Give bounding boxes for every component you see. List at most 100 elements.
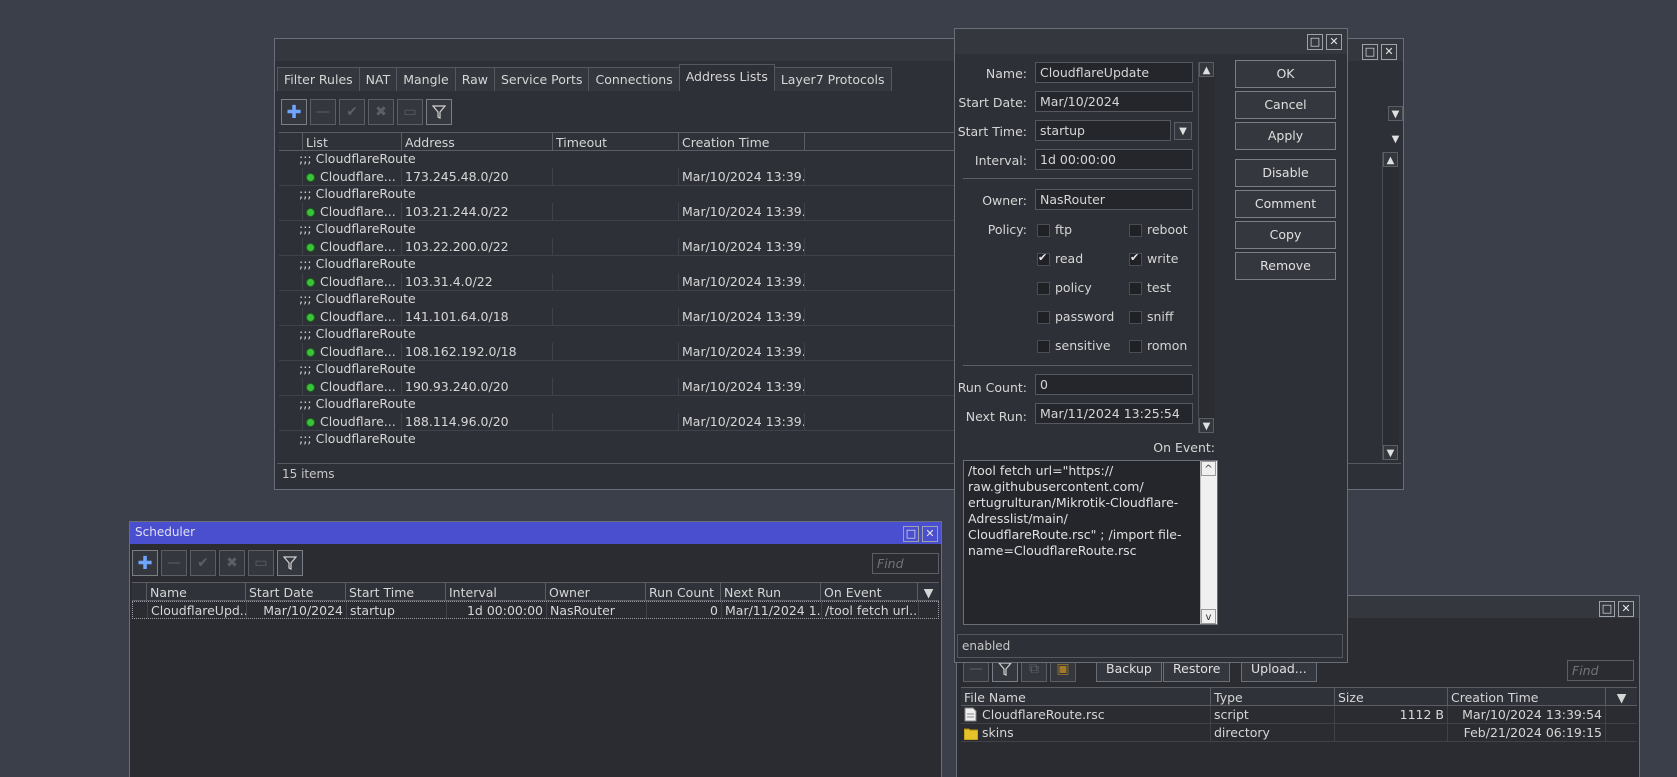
columns-menu-icon[interactable]: ▼ bbox=[1606, 688, 1637, 705]
close-icon[interactable]: ✕ bbox=[1618, 601, 1634, 617]
tab-nat[interactable]: NAT bbox=[358, 67, 398, 91]
column-creation-time[interactable]: Creation Time bbox=[1448, 688, 1606, 705]
cell-timeout bbox=[553, 203, 679, 220]
enable-icon[interactable]: ✔ bbox=[190, 550, 216, 576]
on-event-script: /tool fetch url="https:// raw.githubuser… bbox=[968, 463, 1182, 558]
column-on-event[interactable]: On Event bbox=[821, 583, 918, 600]
start-date-field[interactable]: Mar/10/2024 bbox=[1035, 91, 1193, 112]
filter-icon[interactable] bbox=[426, 99, 452, 125]
policy-test-checkbox[interactable]: test bbox=[1129, 280, 1171, 295]
policy-reboot-checkbox[interactable]: reboot bbox=[1129, 222, 1188, 237]
disable-icon[interactable]: ✖ bbox=[368, 99, 394, 125]
tab-layer7-protocols[interactable]: Layer7 Protocols bbox=[773, 67, 892, 91]
files-find-input[interactable]: Find bbox=[1567, 660, 1634, 681]
cell-list: Cloudflare... bbox=[303, 168, 402, 185]
tab-connections[interactable]: Connections bbox=[588, 67, 680, 91]
policy-ftp-checkbox[interactable]: ftp bbox=[1037, 222, 1072, 237]
close-icon[interactable]: ✕ bbox=[922, 526, 938, 542]
table-row[interactable]: skins directory Feb/21/2024 06:19:15 bbox=[961, 724, 1637, 742]
enable-icon[interactable]: ✔ bbox=[339, 99, 365, 125]
column-type[interactable]: Type bbox=[1211, 688, 1335, 705]
comment-icon[interactable]: ▭ bbox=[248, 550, 274, 576]
on-event-textarea[interactable]: /tool fetch url="https:// raw.githubuser… bbox=[963, 460, 1218, 625]
copy-button[interactable]: Copy bbox=[1235, 221, 1336, 249]
owner-field[interactable]: NasRouter bbox=[1035, 189, 1193, 210]
maximize-icon[interactable]: □ bbox=[1362, 44, 1378, 60]
header-spacer bbox=[279, 133, 303, 150]
apply-button[interactable]: Apply bbox=[1235, 122, 1336, 150]
ok-button[interactable]: OK bbox=[1235, 60, 1336, 88]
comment-icon[interactable]: ▭ bbox=[397, 99, 423, 125]
scroll-up-icon[interactable]: ^ bbox=[1201, 461, 1216, 476]
filter-icon[interactable] bbox=[277, 550, 303, 576]
name-field[interactable]: CloudflareUpdate bbox=[1035, 62, 1193, 83]
column-file-name[interactable]: File Name bbox=[961, 688, 1211, 705]
column-interval[interactable]: Interval bbox=[446, 583, 546, 600]
table-row[interactable]: CloudflareUpd... Mar/10/2024 startup 1d … bbox=[132, 601, 939, 619]
tab-address-lists[interactable]: Address Lists bbox=[678, 64, 775, 91]
policy-sniff-checkbox[interactable]: sniff bbox=[1129, 309, 1174, 324]
columns-menu-icon[interactable]: ▼ bbox=[918, 583, 939, 600]
scroll-up-icon[interactable]: ▲ bbox=[1199, 62, 1214, 77]
columns-menu-icon[interactable]: ▼ bbox=[1388, 132, 1403, 147]
policy-policy-checkbox[interactable]: policy bbox=[1037, 280, 1092, 295]
scroll-down-icon[interactable]: ▼ bbox=[1199, 418, 1214, 433]
column-next-run[interactable]: Next Run bbox=[721, 583, 821, 600]
column-creation-time[interactable]: Creation Time bbox=[679, 133, 805, 150]
policy-label: Policy: bbox=[987, 222, 1027, 237]
tab-mangle[interactable]: Mangle bbox=[396, 67, 456, 91]
column-timeout[interactable]: Timeout bbox=[553, 133, 679, 150]
start-time-dropdown-icon[interactable]: ▼ bbox=[1174, 122, 1192, 140]
column-address[interactable]: Address bbox=[402, 133, 553, 150]
maximize-icon[interactable]: □ bbox=[1307, 34, 1323, 50]
disable-icon[interactable]: ✖ bbox=[219, 550, 245, 576]
on-event-scrollbar[interactable]: ^ v bbox=[1200, 461, 1217, 624]
scroll-down-icon[interactable]: v bbox=[1201, 609, 1216, 624]
column-owner[interactable]: Owner bbox=[546, 583, 646, 600]
firewall-toolbar: ✚ — ✔ ✖ ▭ bbox=[281, 99, 452, 125]
tab-service-ports[interactable]: Service Ports bbox=[494, 67, 590, 91]
policy-sensitive-checkbox[interactable]: sensitive bbox=[1037, 338, 1111, 353]
add-icon[interactable]: ✚ bbox=[132, 550, 158, 576]
policy-password-checkbox[interactable]: password bbox=[1037, 309, 1114, 324]
cell-next-run: Mar/11/2024 1... bbox=[722, 602, 822, 618]
policy-write-checkbox[interactable]: write bbox=[1129, 251, 1178, 266]
column-run-count[interactable]: Run Count bbox=[646, 583, 721, 600]
tab-raw[interactable]: Raw bbox=[454, 67, 495, 91]
column-start-date[interactable]: Start Date bbox=[246, 583, 346, 600]
dropdown-arrow-icon[interactable]: ▼ bbox=[1388, 106, 1403, 121]
scroll-down-icon[interactable]: ▼ bbox=[1383, 445, 1398, 460]
interval-field[interactable]: 1d 00:00:00 bbox=[1035, 149, 1193, 170]
close-icon[interactable]: ✕ bbox=[1326, 34, 1342, 50]
add-icon[interactable]: ✚ bbox=[281, 99, 307, 125]
scroll-up-icon[interactable]: ▲ bbox=[1383, 152, 1398, 167]
dialog-form-scrollbar[interactable]: ▲ ▼ bbox=[1198, 62, 1215, 433]
cell-creation-time: Mar/10/2024 13:39:54 bbox=[1448, 706, 1606, 723]
close-icon[interactable]: ✕ bbox=[1381, 44, 1397, 60]
schedule-dialog-titlebar[interactable] bbox=[955, 29, 1347, 54]
remove-button[interactable]: Remove bbox=[1235, 252, 1336, 280]
scheduler-find-input[interactable]: Find bbox=[872, 553, 939, 574]
policy-read-checkbox[interactable]: read bbox=[1037, 251, 1083, 266]
table-row[interactable]: CloudflareRoute.rsc script 1112 B Mar/10… bbox=[961, 706, 1637, 724]
column-list[interactable]: List bbox=[303, 133, 402, 150]
policy-romon-checkbox[interactable]: romon bbox=[1129, 338, 1187, 353]
comment-button[interactable]: Comment bbox=[1235, 190, 1336, 218]
scheduler-titlebar[interactable]: Scheduler bbox=[130, 522, 941, 544]
maximize-icon[interactable]: □ bbox=[903, 526, 919, 542]
cell-interval: 1d 00:00:00 bbox=[447, 602, 547, 618]
tab-filter-rules[interactable]: Filter Rules bbox=[277, 67, 360, 91]
remove-icon[interactable]: — bbox=[161, 550, 187, 576]
remove-icon[interactable]: — bbox=[310, 99, 336, 125]
cell-address: 103.31.4.0/22 bbox=[402, 273, 553, 290]
disable-button[interactable]: Disable bbox=[1235, 159, 1336, 187]
column-start-time[interactable]: Start Time bbox=[346, 583, 446, 600]
maximize-icon[interactable]: □ bbox=[1599, 601, 1615, 617]
firewall-scrollbar[interactable]: ▲ ▼ bbox=[1382, 152, 1399, 460]
start-time-label: Start Time: bbox=[957, 124, 1027, 139]
cancel-button[interactable]: Cancel bbox=[1235, 91, 1336, 119]
cell-address: 190.93.240.0/20 bbox=[402, 378, 553, 395]
column-name[interactable]: Name bbox=[147, 583, 246, 600]
column-size[interactable]: Size bbox=[1335, 688, 1448, 705]
start-time-field[interactable]: startup bbox=[1035, 120, 1171, 141]
